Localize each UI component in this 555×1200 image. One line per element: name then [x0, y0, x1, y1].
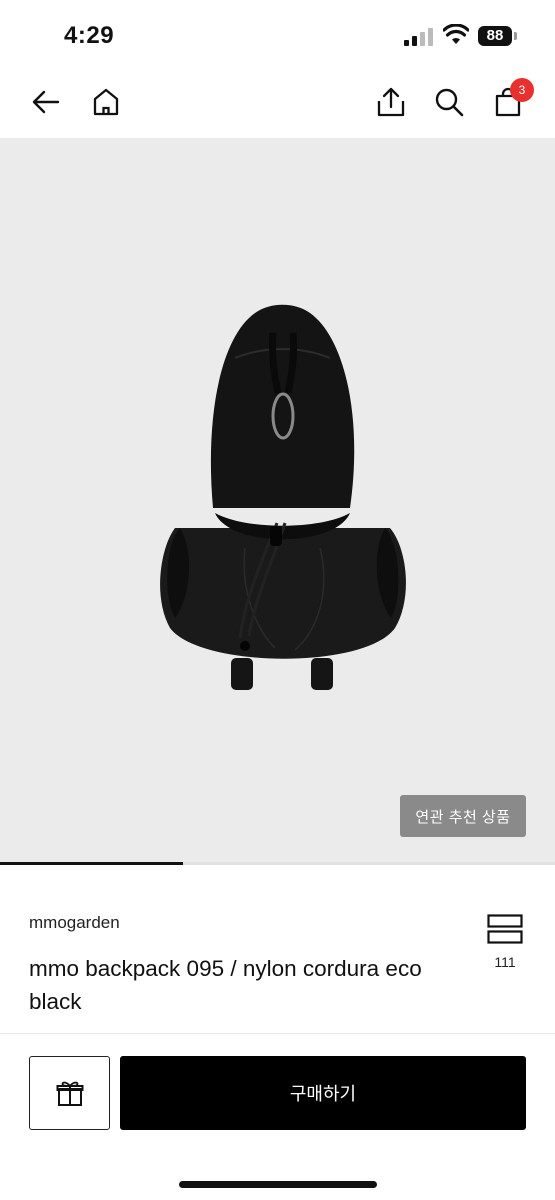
battery-indicator: 88 — [478, 26, 518, 46]
backpack-product-image — [160, 304, 406, 690]
like-button[interactable]: 111 — [480, 912, 530, 974]
stacked-boxes-icon — [487, 914, 523, 944]
gift-button[interactable] — [29, 1056, 110, 1130]
share-icon[interactable] — [373, 84, 409, 120]
gallery-progress-fill — [0, 862, 184, 865]
home-indicator — [179, 1181, 377, 1188]
wifi-icon — [443, 24, 469, 44]
battery-cap — [514, 32, 517, 40]
battery-level: 88 — [478, 26, 512, 46]
navigation-bar — [0, 70, 555, 138]
section-divider — [0, 1033, 555, 1034]
like-count: 111 — [494, 954, 516, 970]
product-title: mmo backpack 095 / nylon cordura eco bla… — [29, 956, 422, 1014]
home-icon[interactable] — [88, 84, 124, 120]
gift-icon — [56, 1081, 83, 1106]
brand-name[interactable]: mmogarden — [29, 913, 120, 933]
status-time: 4:29 — [64, 22, 115, 49]
status-bar: 4:29 88 — [0, 0, 555, 70]
cart-count-badge: 3 — [510, 78, 534, 102]
buy-button[interactable]: 구매하기 — [120, 1056, 526, 1130]
cellular-signal-icon — [404, 28, 433, 46]
back-arrow-icon[interactable] — [28, 84, 64, 120]
search-icon[interactable] — [431, 84, 467, 120]
gallery-progress-track — [0, 862, 555, 865]
related-products-button[interactable]: 연관 추천 상품 — [400, 795, 526, 837]
product-image-gallery[interactable]: 연관 추천 상품 — [0, 138, 555, 862]
